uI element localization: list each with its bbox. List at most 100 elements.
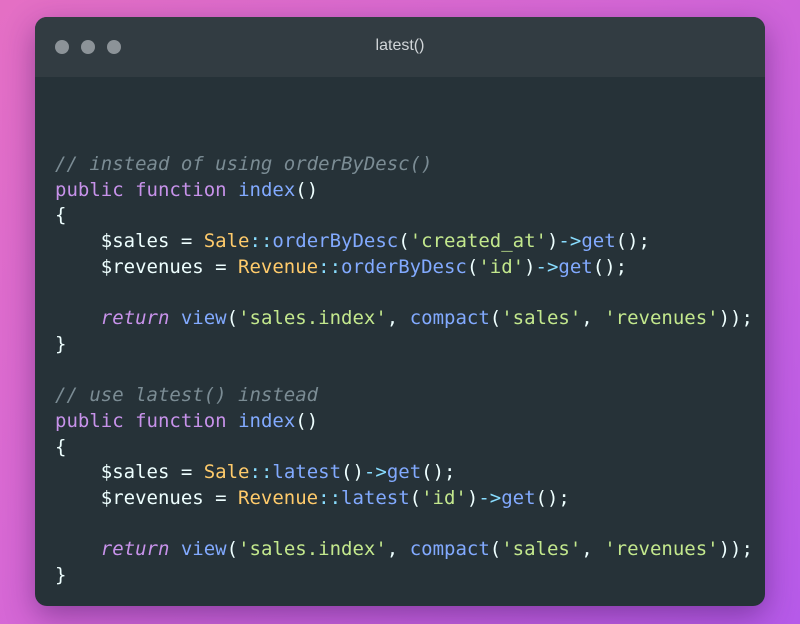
code-block: // instead of using orderByDesc() public … bbox=[55, 152, 753, 589]
code-token-punc: ( bbox=[398, 230, 410, 253]
code-token-punc: ( bbox=[466, 255, 479, 278]
code-line: return view('sales.index', compact('sale… bbox=[55, 306, 753, 332]
code-token-fn: orderByDesc bbox=[272, 230, 399, 253]
window-title: latest() bbox=[375, 37, 425, 54]
code-token-class: Sale bbox=[203, 461, 250, 484]
code-token-fn: compact bbox=[409, 538, 490, 561]
code-token-punc: } bbox=[55, 564, 67, 586]
code-token-punc bbox=[169, 307, 180, 329]
code-token-punc: = bbox=[203, 255, 239, 278]
code-line: } bbox=[55, 332, 753, 358]
code-token-kw: function bbox=[135, 178, 227, 201]
code-token-punc: = bbox=[169, 461, 204, 484]
code-token-punc: ) bbox=[524, 255, 536, 278]
code-token-punc bbox=[55, 538, 101, 560]
code-window: latest() // instead of using orderByDesc… bbox=[35, 17, 765, 606]
code-token-punc: ( bbox=[409, 486, 422, 509]
code-token-op: -> bbox=[363, 461, 387, 484]
code-token-op: -> bbox=[478, 486, 502, 509]
code-token-punc bbox=[169, 538, 180, 560]
code-token-str: 'revenues' bbox=[604, 538, 719, 561]
code-token-var: $revenues bbox=[100, 255, 204, 278]
code-token-punc: )); bbox=[718, 307, 753, 330]
code-token-punc: { bbox=[55, 435, 67, 458]
code-token-punc: ( bbox=[226, 538, 239, 561]
code-token-class: Revenue bbox=[238, 255, 319, 278]
code-token-punc: , bbox=[581, 538, 605, 561]
code-token-punc: = bbox=[169, 230, 204, 253]
code-token-fn: view bbox=[180, 307, 227, 330]
code-token-punc: (); bbox=[615, 230, 650, 253]
code-token-class: Revenue bbox=[238, 486, 319, 509]
code-token-punc: } bbox=[55, 332, 67, 355]
code-token-op: :: bbox=[318, 255, 342, 278]
code-token-fn: view bbox=[180, 538, 227, 561]
code-line: public function index() bbox=[55, 409, 753, 435]
code-line: { bbox=[55, 435, 753, 461]
code-line: $revenues = Revenue::orderByDesc('id')->… bbox=[55, 255, 753, 281]
code-token-fn: get bbox=[386, 461, 422, 484]
code-token-kw-i: return bbox=[100, 307, 170, 330]
code-token-fn: index bbox=[238, 178, 296, 201]
code-token-punc: () bbox=[295, 178, 319, 201]
code-token-op: :: bbox=[318, 486, 342, 509]
code-token-punc: () bbox=[295, 409, 319, 432]
code-token-punc bbox=[55, 487, 101, 509]
code-token-punc: { bbox=[55, 204, 67, 227]
code-token-punc: ) bbox=[546, 230, 559, 253]
code-token-punc: = bbox=[203, 486, 239, 509]
code-token-var: $revenues bbox=[100, 486, 204, 509]
code-token-var: $sales bbox=[100, 230, 170, 253]
code-line: return view('sales.index', compact('sale… bbox=[55, 537, 753, 563]
code-token-kw: function bbox=[135, 409, 227, 432]
code-line: } bbox=[55, 563, 753, 589]
code-line: $sales = Sale::latest()->get(); bbox=[55, 460, 753, 486]
code-token-punc: (); bbox=[535, 486, 570, 509]
code-token-var: $sales bbox=[100, 461, 170, 484]
code-token-punc bbox=[55, 307, 101, 329]
code-token-punc: ( bbox=[226, 307, 239, 330]
code-token-class: Sale bbox=[203, 230, 250, 253]
code-token-str: 'sales.index' bbox=[238, 307, 387, 330]
code-token-punc bbox=[227, 410, 238, 432]
code-token-punc: )); bbox=[718, 538, 753, 561]
code-token-kw-i: return bbox=[100, 538, 170, 561]
code-token-punc bbox=[55, 230, 101, 252]
code-token-punc bbox=[55, 461, 101, 483]
code-line: public function index() bbox=[55, 178, 753, 204]
code-token-punc: () bbox=[341, 461, 364, 484]
window-titlebar: latest() bbox=[35, 17, 765, 77]
code-token-str: 'id' bbox=[478, 255, 525, 278]
code-token-str: 'sales.index' bbox=[238, 538, 387, 561]
code-token-punc bbox=[227, 179, 238, 201]
code-token-punc bbox=[124, 410, 135, 432]
code-token-str: 'created_at' bbox=[409, 230, 547, 253]
code-token-str: 'id' bbox=[421, 486, 467, 509]
code-token-fn: get bbox=[581, 230, 616, 253]
code-token-op: -> bbox=[558, 230, 582, 253]
code-token-str: 'sales' bbox=[501, 307, 582, 330]
code-token-str: 'sales' bbox=[501, 538, 582, 561]
code-token-punc: ) bbox=[466, 486, 479, 509]
code-token-fn: orderByDesc bbox=[341, 255, 467, 278]
code-token-punc: , bbox=[581, 307, 605, 330]
code-line: { bbox=[55, 203, 753, 229]
code-token-kw: public bbox=[55, 409, 124, 432]
code-token-comment: // instead of using orderByDesc() bbox=[55, 153, 433, 175]
code-token-op: :: bbox=[249, 461, 273, 484]
code-token-str: 'revenues' bbox=[604, 307, 719, 330]
code-token-fn: index bbox=[238, 409, 296, 432]
code-token-punc: ( bbox=[489, 538, 502, 561]
code-token-op: -> bbox=[535, 255, 559, 278]
code-token-punc: , bbox=[386, 307, 410, 330]
code-line: $revenues = Revenue::latest('id')->get()… bbox=[55, 486, 753, 512]
code-token-fn: compact bbox=[409, 307, 490, 330]
code-token-punc: (); bbox=[421, 461, 456, 484]
code-token-fn: latest bbox=[341, 486, 410, 509]
code-token-kw: public bbox=[55, 178, 124, 201]
code-token-fn: get bbox=[558, 255, 593, 278]
code-line: $sales = Sale::orderByDesc('created_at')… bbox=[55, 229, 753, 255]
code-line: // instead of using orderByDesc() bbox=[55, 152, 753, 178]
